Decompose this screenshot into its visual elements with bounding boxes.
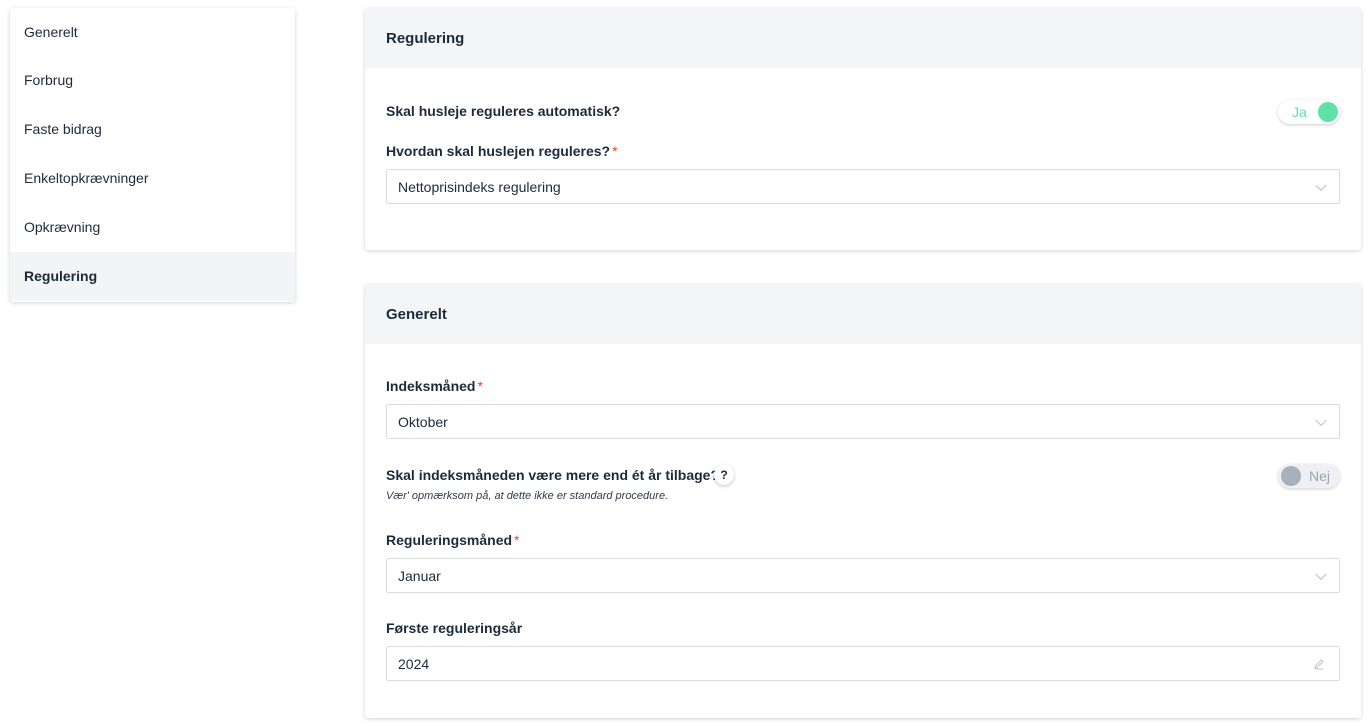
first-year-label: Første reguleringsår [386,620,523,636]
regulation-month-select-value: Januar [398,567,441,584]
required-marker: * [612,143,618,159]
index-month-select-value: Oktober [398,413,448,430]
index-month-label-text: Indeksmåned [386,378,476,394]
sidebar-item-generelt[interactable]: Generelt [10,8,295,56]
regulation-month-select[interactable]: Januar [386,558,1340,593]
auto-regulation-toggle-label: Ja [1292,104,1307,120]
first-year-input-value: 2024 [398,655,430,672]
chevron-down-icon [1315,414,1327,426]
sidebar-item-opkraevning[interactable]: Opkrævning [10,203,295,252]
sidebar-item-regulering[interactable]: Regulering [10,252,295,301]
method-select-value: Nettoprisindeks regulering [398,178,561,195]
sidebar-nav: Generelt Forbrug Faste bidrag Enkeltopkr… [10,8,295,302]
index-back-toggle[interactable]: Nej [1278,464,1340,488]
index-month-select[interactable]: Oktober [386,404,1340,439]
sidebar-item-forbrug[interactable]: Forbrug [10,56,295,105]
regulation-month-label: Reguleringsmåned * [386,532,519,548]
generelt-card: Generelt Indeksmåned * Oktober Skal indek… [365,284,1361,718]
toggle-knob [1281,466,1301,486]
index-month-label: Indeksmåned * [386,378,483,394]
pencil-icon [1314,659,1324,670]
generelt-card-title: Generelt [365,284,1361,344]
question-icon[interactable]: ? [714,465,734,485]
index-back-question: Skal indeksmåneden være mere end ét år t… [386,467,720,483]
index-back-hint: Vær' opmærksom på, at dette ikke er stan… [386,490,669,502]
sidebar-item-enkeltopkraevninger[interactable]: Enkeltopkrævninger [10,154,295,203]
index-back-toggle-label: Nej [1309,468,1331,484]
chevron-down-icon [1315,568,1327,580]
regulering-card-title: Regulering [365,8,1361,68]
required-marker: * [477,378,483,394]
first-year-input[interactable]: 2024 [386,646,1340,681]
regulering-card: Regulering Skal husleje reguleres automa… [365,8,1361,250]
required-marker: * [514,532,520,548]
sidebar-item-faste-bidrag[interactable]: Faste bidrag [10,105,295,154]
regulation-month-label-text: Reguleringsmåned [386,532,513,548]
toggle-knob [1318,102,1338,122]
method-label-text: Hvordan skal huslejen reguleres? [386,143,611,159]
auto-regulation-toggle[interactable]: Ja [1278,100,1340,124]
chevron-down-icon [1315,179,1327,191]
auto-regulation-question: Skal husleje reguleres automatisk? [386,103,621,119]
method-select[interactable]: Nettoprisindeks regulering [386,169,1340,204]
method-label: Hvordan skal huslejen reguleres? * [386,143,618,159]
